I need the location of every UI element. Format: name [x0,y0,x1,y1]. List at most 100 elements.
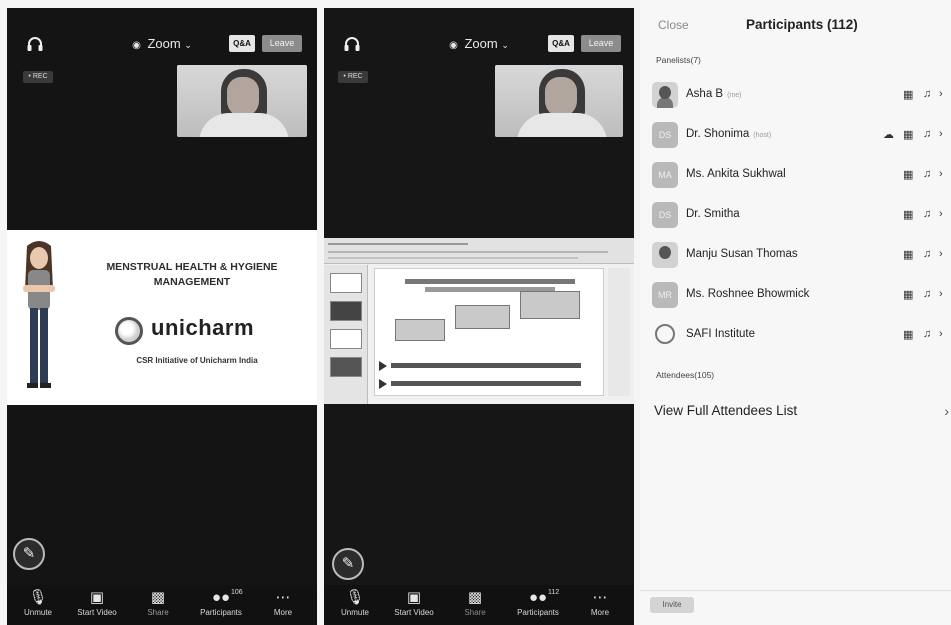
recording-badge: • REC [23,71,53,83]
video-person-face [545,77,577,117]
screenshot-collage: ◉ Zoom ⌄ Q&A Leave • REC MENSTRUAL HEALT… [0,0,951,625]
chevron-down-icon: ⌄ [184,40,192,50]
leave-button[interactable]: Leave [262,35,302,52]
participants-button[interactable]: ●● 106 Participants [191,589,251,617]
top-bar: ◉ Zoom ⌄ Q&A Leave [7,30,317,60]
annotate-pencil-button[interactable]: ✎ [13,538,45,570]
annotate-pencil-button[interactable]: ✎ [332,548,364,580]
start-video-label: Start Video [77,608,117,617]
start-video-label: Start Video [394,608,434,617]
participant-row[interactable]: DS Dr. Shonima (host) ☁ ▦ ♫ › [648,116,951,154]
participant-row[interactable]: MR Ms. Roshnee Bhowmick ▦ ♫ › [648,276,951,314]
muted-microphone-icon: ♫ [923,328,932,340]
more-button[interactable]: ⋯ More [570,589,630,617]
slide-bullet-line [391,381,581,386]
participants-button[interactable]: ●● 112 Participants [508,589,568,617]
video-off-icon: ▣ [406,589,422,606]
participant-tag: (host) [753,132,772,139]
bullet-arrow-icon [379,379,387,389]
close-button[interactable]: Close [658,18,689,32]
video-off-icon: ▦ [903,169,914,181]
participant-name: Asha B [686,88,724,100]
unicharm-logo: unicharm [115,315,285,347]
chevron-right-icon: › [939,288,943,300]
ribbon-menu-line [328,243,468,245]
slide-thumbnail [330,273,362,293]
chevron-right-icon: › [939,328,943,340]
speaker-video-thumbnail[interactable] [495,65,623,137]
unicharm-wordmark: unicharm [151,315,255,340]
shield-icon: ◉ [132,40,141,51]
invite-button[interactable]: Invite [650,597,694,613]
slide-text-line [405,279,575,284]
avatar [652,82,678,108]
cloud-icon: ☁ [883,129,894,141]
unmute-label: Unmute [340,608,369,617]
pencil-icon: ✎ [22,545,36,562]
participant-row[interactable]: Manju Susan Thomas ▦ ♫ › [648,236,951,274]
muted-microphone-icon: ♫ [923,88,932,100]
participant-row[interactable]: MA Ms. Ankita Sukhwal ▦ ♫ › [648,156,951,194]
top-bar: ◉ Zoom ⌄ Q&A Leave [324,30,634,60]
more-dots-icon: ⋯ [592,589,608,606]
video-person-face [227,77,259,117]
participant-row[interactable]: DS Dr. Smitha ▦ ♫ › [648,196,951,234]
view-full-attendees-link[interactable]: View Full Attendees List [654,403,797,418]
more-label: More [590,608,610,617]
participant-status-icons: ▦ ♫ › [881,88,951,102]
muted-microphone-icon: ♫ [923,248,932,260]
unmute-button[interactable]: 🎙︎ Unmute [8,589,68,617]
presentation-side-pane [608,268,630,396]
slide-title-line2: MANAGEMENT [153,276,231,288]
attendees-header: Attendees(105) [656,370,715,380]
unmute-button[interactable]: 🎙︎ Unmute [325,589,385,617]
start-video-button[interactable]: ▣ Start Video [384,589,444,617]
rec-dot-icon: • [28,73,31,80]
participant-status-icons: ☁ ▦ ♫ › [881,128,951,142]
participant-status-icons: ▦ ♫ › [881,328,951,342]
recording-badge: • REC [338,71,368,83]
slide-thumbnails-pane [324,265,368,404]
shield-icon: ◉ [449,40,458,51]
participant-name: Ms. Roshnee Bhowmick [686,288,810,300]
chevron-right-icon: › [939,248,943,260]
app-title: Zoom [464,36,498,51]
ribbon-tools-line [328,251,608,253]
participant-name: SAFI Institute [686,328,756,340]
qa-button[interactable]: Q&A [229,35,255,52]
muted-microphone-icon: ♫ [923,128,932,140]
zoom-meeting-screen-1: ◉ Zoom ⌄ Q&A Leave • REC MENSTRUAL HEALT… [7,8,317,625]
start-video-button[interactable]: ▣ Start Video [67,589,127,617]
share-screen-icon: ▩ [150,589,166,606]
more-button[interactable]: ⋯ More [253,589,313,617]
chevron-right-icon: › [939,168,943,180]
video-off-icon: ▦ [903,329,914,341]
share-button[interactable]: ▩ Share [445,589,505,617]
share-label: Share [464,608,486,617]
shared-screen-slide: MENSTRUAL HEALTH & HYGIENE MANAGEMENT un… [7,230,317,405]
cartoon-woman-illustration [23,241,55,388]
meeting-toolbar: 🎙︎ Unmute ▣ Start Video ▩ Share ●● 106 P… [7,585,317,625]
participant-name: Manju Susan Thomas [686,248,798,260]
more-dots-icon: ⋯ [275,589,291,606]
chevron-right-icon[interactable]: › [944,403,949,419]
speaker-video-thumbnail[interactable] [177,65,307,137]
muted-microphone-icon: ♫ [923,288,932,300]
shared-screen-presentation [324,238,634,404]
participant-status-icons: ▦ ♫ › [881,208,951,222]
slide-thumbnail [330,301,362,321]
participant-row[interactable]: SAFI Institute ▦ ♫ › [648,316,951,354]
video-off-icon: ▦ [903,89,914,101]
video-off-icon: ▦ [903,129,914,141]
diagram-box [395,319,445,341]
participant-name: Dr. Smitha [686,208,740,220]
qa-button[interactable]: Q&A [548,35,574,52]
bullet-arrow-icon [379,361,387,371]
bottom-divider [640,590,951,591]
panelists-header: Panelists(7) [656,55,701,65]
share-button[interactable]: ▩ Share [128,589,188,617]
slide-title-line1: MENSTRUAL HEALTH & HYGIENE [106,261,278,273]
participant-row[interactable]: Asha B (me) ▦ ♫ › [648,76,951,114]
meeting-toolbar: 🎙︎ Unmute ▣ Start Video ▩ Share ●● 112 P… [324,585,634,625]
leave-button[interactable]: Leave [581,35,621,52]
